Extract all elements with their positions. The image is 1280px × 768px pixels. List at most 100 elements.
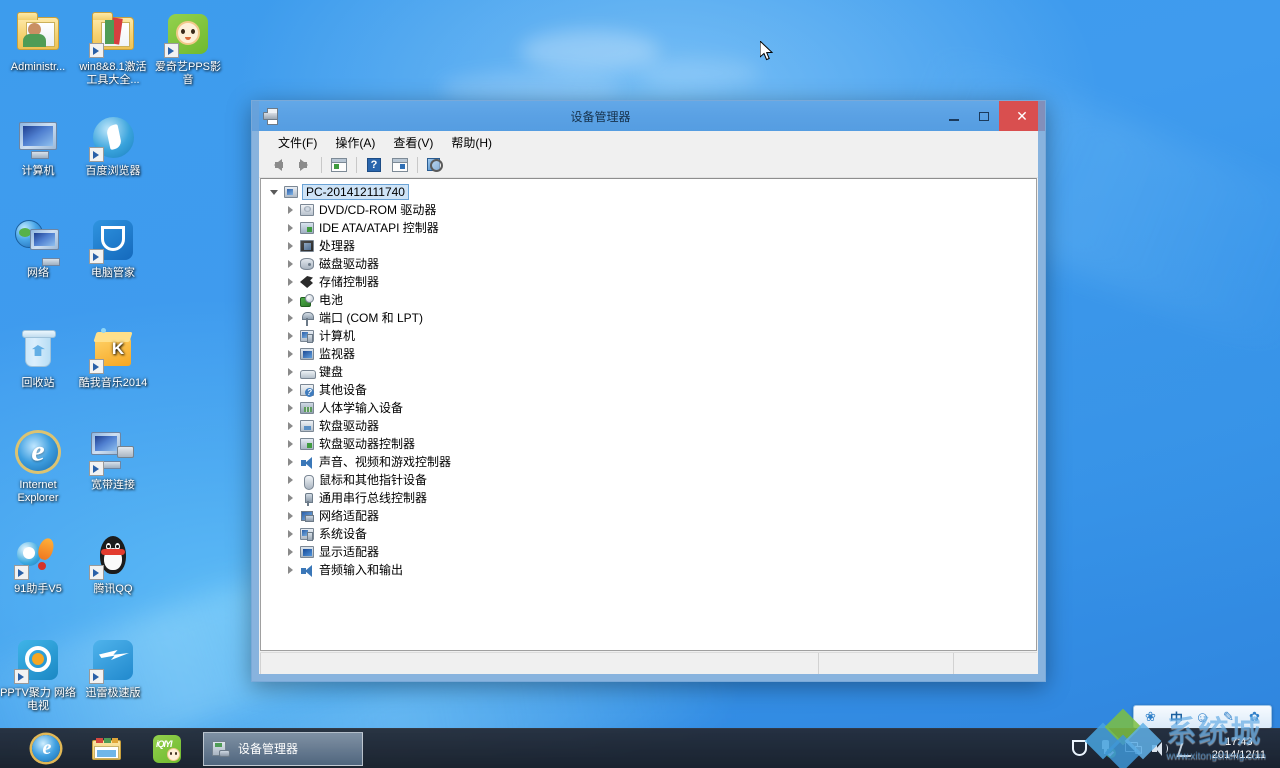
- tree-item-ports[interactable]: 端口 (COM 和 LPT): [261, 309, 1036, 327]
- menu-action[interactable]: 操作(A): [326, 132, 384, 153]
- expander-icon[interactable]: [283, 563, 297, 577]
- tree-item-ide-ata-atapi[interactable]: IDE ATA/ATAPI 控制器: [261, 219, 1036, 237]
- expander-icon[interactable]: [283, 473, 297, 487]
- expander-icon[interactable]: [283, 275, 297, 289]
- iqiyi-icon: iQIYI: [153, 734, 181, 763]
- desktop-icon-network[interactable]: 网络: [0, 216, 76, 280]
- menu-file[interactable]: 文件(F): [269, 132, 326, 153]
- desktop-icon-internet-explorer[interactable]: Internet Explorer: [0, 428, 76, 504]
- taskbar-clock[interactable]: 17:43 2014/12/11: [1206, 736, 1272, 762]
- desktop-icon-91-assistant-v5[interactable]: 91助手V5: [0, 532, 76, 596]
- tray-volume-icon[interactable]: [1151, 740, 1169, 757]
- expander-icon[interactable]: [283, 239, 297, 253]
- shortcut-overlay-icon: [89, 461, 104, 476]
- tree-item-audio-io[interactable]: 音频输入和输出: [261, 561, 1036, 579]
- desktop-icon-iqiyi-pps-video[interactable]: 爱奇艺PPS影音: [150, 10, 226, 86]
- tree-item-mice[interactable]: 鼠标和其他指针设备: [261, 471, 1036, 490]
- ime-chinese-mode-icon[interactable]: 中: [1168, 709, 1185, 726]
- desktop-icon-tencent-qq[interactable]: 腾讯QQ: [75, 532, 151, 596]
- desktop-icon-baidu-browser[interactable]: 百度浏览器: [75, 114, 151, 178]
- expander-icon[interactable]: [283, 365, 297, 379]
- device-tree[interactable]: PC-201412111740 DVD/CD-ROM 驱动器 IDE ATA/A…: [260, 178, 1037, 651]
- taskbar-iqiyi[interactable]: iQIYI: [138, 730, 196, 768]
- shortcut-overlay-icon: [89, 669, 104, 684]
- tree-item-sound-video-game[interactable]: 声音、视频和游戏控制器: [261, 453, 1036, 471]
- tray-wifi-icon[interactable]: [1176, 740, 1196, 757]
- tree-item-processors[interactable]: 处理器: [261, 237, 1036, 255]
- device-manager-window[interactable]: 设备管理器 ✕ 文件(F) 操作(A) 查看(V) 帮助(H) ? PC-201…: [251, 100, 1046, 682]
- desktop-icon-computer[interactable]: 计算机: [0, 114, 76, 178]
- tree-item-monitors[interactable]: 监视器: [261, 345, 1036, 363]
- expander-icon[interactable]: [283, 347, 297, 361]
- desktop-icon-broadband-connection[interactable]: 宽带连接: [75, 428, 151, 492]
- expander-icon[interactable]: [283, 455, 297, 469]
- tray-usb-safe-icon[interactable]: [1098, 740, 1116, 758]
- ime-toolbar[interactable]: ❀ 中 ☺ ✎ ✿: [1133, 705, 1272, 729]
- taskbar-device-manager[interactable]: 设备管理器: [203, 731, 363, 766]
- expander-icon[interactable]: [267, 185, 281, 199]
- tree-item-system-devices[interactable]: 系统设备: [261, 525, 1036, 543]
- desktop-icon-thunder-express[interactable]: 迅雷极速版: [75, 636, 151, 700]
- tree-node-label: 通用串行总线控制器: [319, 491, 428, 505]
- scan-hardware-changes-button[interactable]: [423, 154, 447, 176]
- close-button[interactable]: ✕: [999, 101, 1045, 131]
- desktop-icon-win8-activation-tools-folder[interactable]: win8&8.1激活工具大全...: [75, 10, 151, 86]
- menu-help[interactable]: 帮助(H): [442, 132, 501, 153]
- tree-item-hid[interactable]: 人体学输入设备: [261, 399, 1036, 417]
- properties-button[interactable]: [327, 154, 351, 176]
- desktop-icon-kuwo-music-2014[interactable]: K 酷我音乐2014: [75, 326, 151, 390]
- tray-network-monitor-icon[interactable]: [1124, 740, 1142, 757]
- expander-icon[interactable]: [283, 257, 297, 271]
- menu-bar: 文件(F) 操作(A) 查看(V) 帮助(H): [259, 131, 1038, 153]
- tree-root-pc[interactable]: PC-201412111740: [261, 183, 1036, 201]
- expander-icon[interactable]: [283, 527, 297, 541]
- ime-settings-icon[interactable]: ✿: [1246, 709, 1263, 726]
- window-titlebar[interactable]: 设备管理器 ✕: [252, 101, 1045, 131]
- expander-icon[interactable]: [283, 509, 297, 523]
- baidu-browser-icon: [89, 114, 137, 162]
- toolbar-separator: [356, 157, 357, 173]
- tree-item-storage-controllers[interactable]: 存储控制器: [261, 273, 1036, 291]
- desktop-icon-recycle-bin[interactable]: 回收站: [0, 326, 76, 390]
- minimize-button[interactable]: [939, 101, 969, 131]
- tree-item-floppy-drives[interactable]: 软盘驱动器: [261, 417, 1036, 435]
- tray-pc-manager-icon[interactable]: [1071, 740, 1088, 757]
- tree-item-display-adapters[interactable]: 显示适配器: [261, 543, 1036, 561]
- expander-icon[interactable]: [283, 545, 297, 559]
- tree-item-computer[interactable]: 计算机: [261, 327, 1036, 345]
- tree-item-other-devices[interactable]: 其他设备: [261, 381, 1036, 399]
- back-button[interactable]: [266, 154, 290, 176]
- expander-icon[interactable]: [283, 437, 297, 451]
- tree-item-usb-controllers[interactable]: 通用串行总线控制器: [261, 489, 1036, 507]
- expander-icon[interactable]: [283, 311, 297, 325]
- taskbar[interactable]: e iQIYI 设备管理器 17:43 2014/12/11: [0, 728, 1280, 768]
- desktop-icon-pc-manager[interactable]: 电脑管家: [75, 216, 151, 280]
- desktop-icon-administrator-folder[interactable]: Administr...: [0, 10, 76, 74]
- expander-icon[interactable]: [283, 293, 297, 307]
- tree-item-network-adapters[interactable]: 网络适配器: [261, 507, 1036, 525]
- tree-item-disk-drives[interactable]: 磁盘驱动器: [261, 255, 1036, 273]
- ime-emoji-icon[interactable]: ☺: [1194, 709, 1211, 726]
- expander-icon[interactable]: [283, 491, 297, 505]
- tree-item-batteries[interactable]: 电池: [261, 291, 1036, 309]
- forward-button[interactable]: [292, 154, 316, 176]
- ime-baidu-logo-icon[interactable]: ❀: [1142, 709, 1159, 726]
- ime-handwriting-icon[interactable]: ✎: [1220, 709, 1237, 726]
- desktop-icon-pptv-network-tv[interactable]: PPTV聚力 网络电视: [0, 636, 76, 712]
- taskbar-file-explorer[interactable]: [78, 730, 136, 768]
- expander-icon[interactable]: [283, 419, 297, 433]
- menu-view[interactable]: 查看(V): [384, 132, 442, 153]
- tree-item-dvd-cdrom[interactable]: DVD/CD-ROM 驱动器: [261, 201, 1036, 219]
- expander-icon[interactable]: [283, 383, 297, 397]
- expander-icon[interactable]: [283, 401, 297, 415]
- update-driver-button[interactable]: [388, 154, 412, 176]
- expander-icon[interactable]: [283, 329, 297, 343]
- tree-item-floppy-controllers[interactable]: 软盘驱动器控制器: [261, 435, 1036, 453]
- maximize-button[interactable]: [969, 101, 999, 131]
- expander-icon[interactable]: [283, 221, 297, 235]
- other-device-icon: [299, 382, 315, 398]
- help-button[interactable]: ?: [362, 154, 386, 176]
- tree-item-keyboards[interactable]: 键盘: [261, 363, 1036, 381]
- taskbar-internet-explorer[interactable]: e: [18, 730, 76, 768]
- expander-icon[interactable]: [283, 203, 297, 217]
